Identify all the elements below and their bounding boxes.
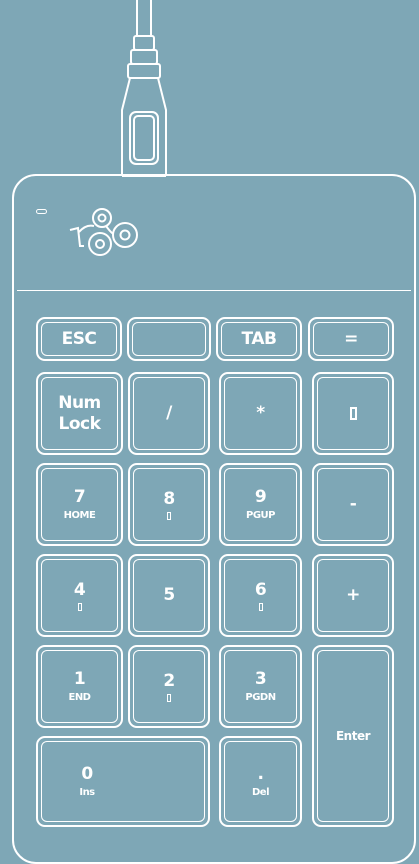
equals-key[interactable]: = bbox=[308, 317, 394, 361]
key-2-label: 2 bbox=[163, 671, 175, 691]
tab-key-label: TAB bbox=[241, 328, 277, 349]
key-5-label: 5 bbox=[163, 585, 175, 605]
asterisk-key-label: * bbox=[256, 403, 265, 423]
numlock-key-label-line2: Lock bbox=[58, 413, 101, 434]
key-1-sublabel: END bbox=[68, 692, 91, 703]
key-1-end[interactable]: 1 END bbox=[36, 645, 123, 728]
plus-key-label: + bbox=[346, 585, 360, 605]
minus-key-label: - bbox=[349, 494, 357, 514]
enter-key-label: Enter bbox=[335, 729, 371, 743]
key-9-sublabel: PGUP bbox=[246, 510, 276, 521]
usb-cable-icon bbox=[121, 0, 167, 177]
numlock-key[interactable]: Num Lock bbox=[36, 372, 123, 455]
key-0-ins[interactable]: 0 Ins bbox=[36, 736, 210, 827]
esc-key-label: ESC bbox=[61, 328, 97, 349]
key-2-down[interactable]: 2 bbox=[128, 645, 210, 728]
key-7-home[interactable]: 7 HOME bbox=[36, 463, 123, 546]
plus-key[interactable]: + bbox=[312, 554, 394, 637]
key-4-label: 4 bbox=[73, 580, 86, 600]
panel-divider bbox=[17, 290, 411, 291]
key-7-sublabel: HOME bbox=[63, 510, 96, 521]
asterisk-key[interactable]: * bbox=[219, 372, 302, 455]
key-0-label: 0 bbox=[81, 764, 93, 784]
key-1-label: 1 bbox=[73, 669, 86, 689]
arrow-right-icon bbox=[258, 603, 263, 611]
key-7-label: 7 bbox=[73, 487, 86, 507]
key-4-left[interactable]: 4 bbox=[36, 554, 123, 637]
enter-key[interactable]: Enter bbox=[312, 645, 394, 827]
dot-del-key[interactable]: . Del bbox=[219, 736, 302, 827]
tab-key[interactable]: TAB bbox=[216, 317, 302, 361]
backspace-key[interactable] bbox=[312, 372, 394, 455]
equals-key-label: = bbox=[344, 328, 358, 349]
key-3-sublabel: PGDN bbox=[245, 692, 276, 703]
dot-key-label: . bbox=[257, 764, 264, 784]
key-3-label: 3 bbox=[254, 669, 267, 689]
key-8-up[interactable]: 8 bbox=[128, 463, 210, 546]
arrow-left-icon bbox=[77, 603, 82, 611]
arrow-up-icon bbox=[167, 512, 171, 520]
backspace-icon bbox=[349, 407, 357, 420]
minus-key[interactable]: - bbox=[312, 463, 394, 546]
key-5[interactable]: 5 bbox=[128, 554, 210, 637]
key-8-label: 8 bbox=[163, 489, 175, 509]
key-9-pgup[interactable]: 9 PGUP bbox=[219, 463, 302, 546]
key-6-label: 6 bbox=[254, 580, 267, 600]
esc-key[interactable]: ESC bbox=[36, 317, 122, 361]
slash-key-label: / bbox=[166, 403, 172, 423]
key-9-label: 9 bbox=[254, 487, 267, 507]
dot-key-sublabel: Del bbox=[251, 787, 270, 798]
slash-key[interactable]: / bbox=[128, 372, 210, 455]
key-0-sublabel: Ins bbox=[79, 787, 95, 798]
blank-key[interactable] bbox=[127, 317, 211, 361]
arrow-down-icon bbox=[167, 694, 171, 702]
key-3-pgdn[interactable]: 3 PGDN bbox=[219, 645, 302, 728]
brand-logo bbox=[69, 208, 138, 256]
numlock-key-label-line1: Num bbox=[58, 392, 101, 413]
key-6-right[interactable]: 6 bbox=[219, 554, 302, 637]
numlock-indicator-led bbox=[36, 209, 47, 214]
